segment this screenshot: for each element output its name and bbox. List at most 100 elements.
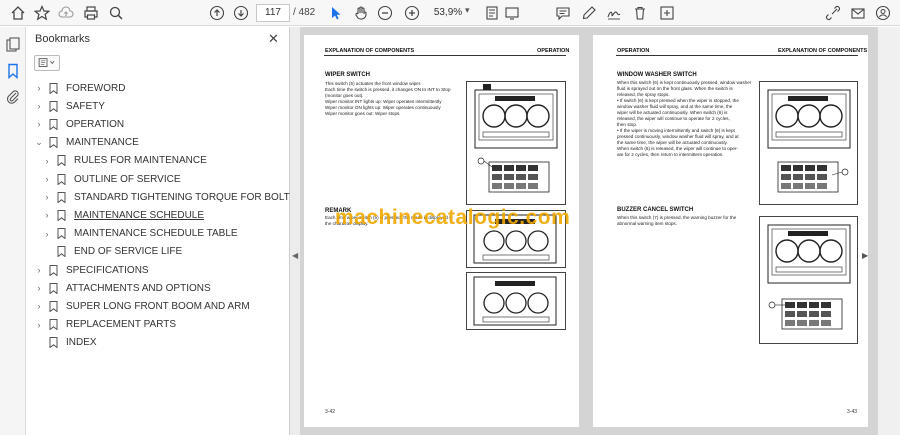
page-fit-icon[interactable] xyxy=(482,3,502,23)
watermark: machinecatalogic.com xyxy=(335,206,571,229)
section-title-wiper-switch: WIPER SWITCH xyxy=(325,72,370,78)
page-right: OPERATION EXPLANATION OF COMPONENTS WIND… xyxy=(593,35,868,427)
highlight-pen-icon[interactable] xyxy=(579,3,599,23)
comment-icon[interactable] xyxy=(553,3,573,23)
delete-icon[interactable] xyxy=(630,3,650,23)
text-line: Wiper monitor goes out: Wiper stops. xyxy=(325,111,401,116)
bookmark-label: RULES FOR MAINTENANCE xyxy=(74,155,207,167)
page-number-right: 3-43 xyxy=(847,409,858,415)
zoom-level-field[interactable]: 53,9% xyxy=(428,4,468,22)
bookmark-icon xyxy=(57,209,66,221)
home-icon[interactable] xyxy=(8,3,28,23)
bookmark-label: REPLACEMENT PARTS xyxy=(66,319,177,331)
bookmark-item[interactable]: INDEX xyxy=(34,334,97,352)
bookmark-icon xyxy=(49,282,58,294)
chevron-icon[interactable]: › xyxy=(34,283,44,293)
bookmark-icon xyxy=(57,191,66,203)
text-line: abnormal warning item stops. xyxy=(617,221,678,226)
figure-monitor-panel xyxy=(466,81,566,205)
zoom-search-icon[interactable] xyxy=(106,3,126,23)
star-icon[interactable] xyxy=(32,3,52,23)
bookmark-item[interactable]: ⌄ MAINTENANCE xyxy=(34,134,139,152)
bookmark-item[interactable]: › SPECIFICATIONS xyxy=(34,261,149,279)
chevron-icon[interactable]: › xyxy=(34,83,44,93)
bookmark-item[interactable]: › SAFETY xyxy=(34,97,105,115)
bookmark-label: SAFETY xyxy=(66,100,105,112)
collapse-panel-icon[interactable]: ◀ xyxy=(292,251,298,260)
panel-splitter[interactable]: ◀ xyxy=(290,27,300,435)
bookmark-label: MAINTENANCE SCHEDULE TABLE xyxy=(74,228,238,240)
previous-page-icon[interactable] xyxy=(207,3,227,23)
bookmark-item[interactable]: › REPLACEMENT PARTS xyxy=(34,316,176,334)
chevron-icon[interactable]: › xyxy=(42,192,52,202)
display-options-icon[interactable] xyxy=(502,3,522,23)
bookmarks-panel: Bookmarks ✕ › FOREWORD › SAFETY › OPERATION ⌄ M… xyxy=(26,27,350,435)
chevron-icon[interactable]: › xyxy=(34,301,44,311)
bookmark-label: FOREWORD xyxy=(66,82,126,94)
more-tools-icon[interactable] xyxy=(657,3,677,23)
toolbar: 117 / 482 53,9% ▾ xyxy=(0,0,900,26)
bookmark-icon xyxy=(49,100,58,112)
bookmark-icon xyxy=(49,319,58,331)
print-icon[interactable] xyxy=(81,3,101,23)
bookmark-label: ATTACHMENTS AND OPTIONS xyxy=(66,282,211,294)
page-left: EXPLANATION OF COMPONENTS OPERATION WIPE… xyxy=(304,35,579,427)
header-rule xyxy=(616,55,858,56)
chevron-icon[interactable]: ⌄ xyxy=(34,137,44,148)
navigation-rail xyxy=(0,27,26,435)
window-washer-text: When this switch (6) is kept continuousl… xyxy=(617,80,757,158)
select-cursor-icon[interactable] xyxy=(326,3,346,23)
bookmark-item[interactable]: › MAINTENANCE SCHEDULE TABLE xyxy=(42,225,238,243)
chevron-icon[interactable]: › xyxy=(34,265,44,275)
bookmark-icon xyxy=(49,82,58,94)
header-rule xyxy=(324,55,566,56)
page-number-left: 3-42 xyxy=(325,409,336,415)
bookmark-item[interactable]: END OF SERVICE LIFE xyxy=(42,243,182,261)
bookmark-item[interactable]: › MAINTENANCE SCHEDULE xyxy=(42,206,204,224)
monitor-panel-drawing xyxy=(474,84,558,193)
chevron-icon[interactable]: › xyxy=(42,210,52,220)
zoom-dropdown-icon[interactable]: ▾ xyxy=(465,5,470,16)
chevron-icon[interactable]: › xyxy=(34,119,44,129)
chevron-icon[interactable]: › xyxy=(42,156,52,166)
account-icon[interactable] xyxy=(873,3,893,23)
bookmark-item[interactable]: › RULES FOR MAINTENANCE xyxy=(42,152,207,170)
hand-tool-icon[interactable] xyxy=(351,3,371,23)
bookmark-icon xyxy=(57,228,66,240)
zoom-out-icon[interactable] xyxy=(375,3,395,23)
bookmark-item[interactable]: › OUTLINE OF SERVICE xyxy=(42,170,181,188)
figure-display-2 xyxy=(466,272,566,330)
bookmark-item[interactable]: › ATTACHMENTS AND OPTIONS xyxy=(34,279,211,297)
email-icon[interactable] xyxy=(848,3,868,23)
scroll-right-icon[interactable]: ▶ xyxy=(862,251,868,260)
bookmark-item[interactable]: › OPERATION xyxy=(34,115,124,133)
display-drawing xyxy=(473,276,557,326)
bookmark-item[interactable]: › SUPER LONG FRONT BOOM AND ARM xyxy=(34,297,250,315)
section-title-buzzer-cancel: BUZZER CANCEL SWITCH xyxy=(617,207,694,213)
draw-signature-icon[interactable] xyxy=(604,3,624,23)
next-page-icon[interactable] xyxy=(231,3,251,23)
text-line: ate for 2 cycles, then return to intermi… xyxy=(617,152,724,157)
cloud-upload-icon[interactable] xyxy=(56,3,76,23)
zoom-in-icon[interactable] xyxy=(402,3,422,23)
thumbnails-icon[interactable] xyxy=(5,37,21,53)
chevron-icon[interactable]: › xyxy=(42,229,52,239)
document-view[interactable]: EXPLANATION OF COMPONENTS OPERATION WIPE… xyxy=(300,27,877,435)
bookmark-options-button[interactable] xyxy=(34,55,60,71)
bookmark-item[interactable]: › FOREWORD xyxy=(34,79,125,97)
link-share-icon[interactable] xyxy=(823,3,843,23)
chevron-icon[interactable]: › xyxy=(34,101,44,111)
bookmarks-title: Bookmarks xyxy=(35,33,91,45)
header-right: OPERATION xyxy=(537,48,570,54)
buzzer-cancel-text: When this switch (7) is pressed, the war… xyxy=(617,215,757,227)
chevron-icon[interactable]: › xyxy=(34,320,44,330)
bookmark-label: END OF SERVICE LIFE xyxy=(74,246,183,258)
bookmarks-panel-icon[interactable] xyxy=(5,63,21,79)
bookmark-icon xyxy=(49,300,58,312)
header-left: OPERATION xyxy=(617,48,650,54)
page-number-input[interactable]: 117 xyxy=(256,4,290,22)
chevron-icon[interactable]: › xyxy=(42,174,52,184)
attachments-icon[interactable] xyxy=(5,89,21,105)
close-icon[interactable]: ✕ xyxy=(268,31,279,47)
bookmark-icon xyxy=(49,337,58,349)
